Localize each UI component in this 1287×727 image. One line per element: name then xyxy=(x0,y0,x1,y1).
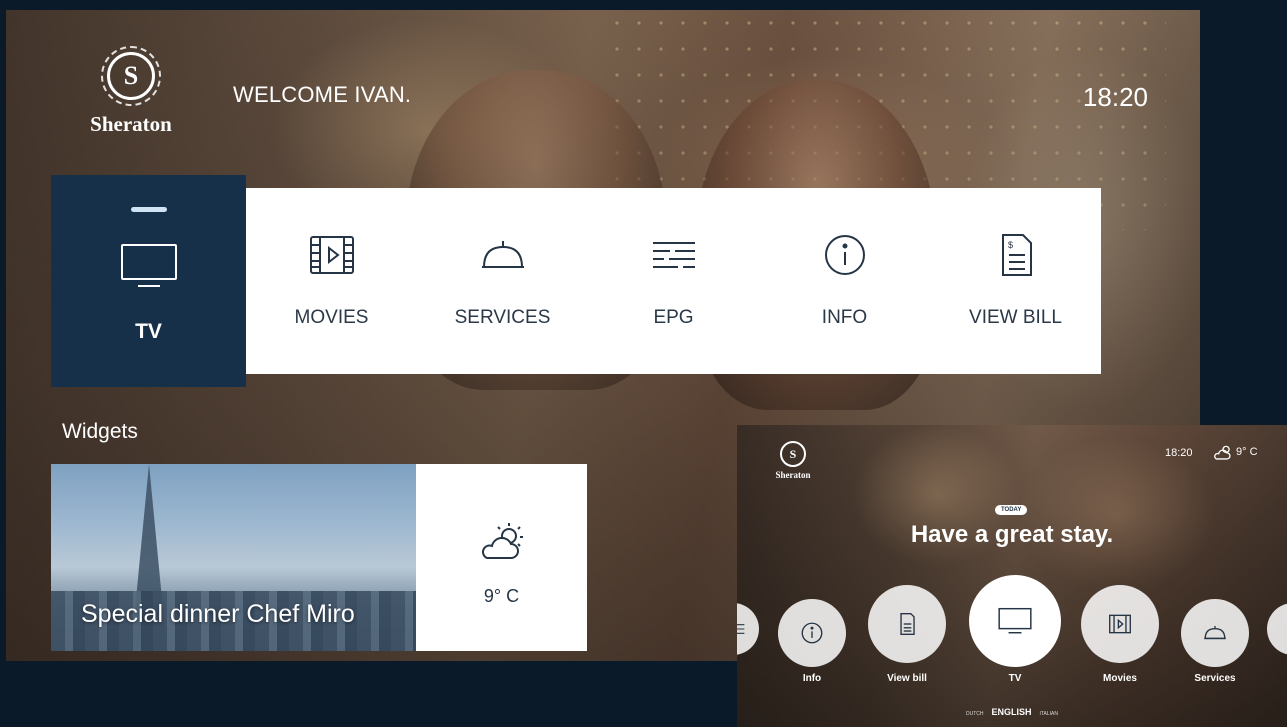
widget-weather[interactable]: 9° C xyxy=(416,464,587,651)
sheraton-emblem-icon: S xyxy=(101,46,161,106)
welcome-message: WELCOME IVAN. xyxy=(233,82,412,107)
inset-weather: 9° C xyxy=(1213,443,1258,461)
menu-label-view-bill: VIEW BILL xyxy=(969,307,1062,328)
menu-label-epg: EPG xyxy=(653,307,694,328)
program-guide-icon xyxy=(652,242,695,268)
carousel-item-epg-partial[interactable] xyxy=(737,603,759,655)
menu-item-info[interactable]: INFO xyxy=(759,188,930,374)
carousel-item-movies[interactable] xyxy=(1081,585,1159,663)
menu-label-info: INFO xyxy=(821,307,868,328)
carousel-label-tv: TV xyxy=(1008,673,1022,684)
inset-bill-icon xyxy=(900,613,915,635)
inset-weather-temp: 9° C xyxy=(1236,446,1258,458)
selection-indicator xyxy=(130,207,167,212)
menu-item-epg[interactable]: EPG xyxy=(588,188,759,374)
menu-label-tv: TV xyxy=(135,320,162,343)
carousel-label-movies: Movies xyxy=(1103,673,1137,684)
brand-wordmark: Sheraton xyxy=(90,112,172,136)
film-icon xyxy=(309,236,354,274)
carousel-label-info: Info xyxy=(802,673,822,684)
emblem-letter: S xyxy=(123,61,139,90)
dinner-caption: Special dinner Chef Miro xyxy=(81,600,355,628)
carousel-item-view-bill[interactable] xyxy=(868,585,946,663)
inset-info-icon xyxy=(801,622,823,644)
widget-special-dinner[interactable]: Special dinner Chef Miro xyxy=(51,464,416,651)
menu-item-view-bill[interactable]: $ VIEW BILL xyxy=(930,188,1101,374)
carousel-item-tv-selected[interactable] xyxy=(969,575,1061,667)
carousel-item-info[interactable] xyxy=(778,599,846,667)
carousel-label-services: Services xyxy=(1194,673,1236,684)
inset-tv-icon xyxy=(998,607,1032,634)
inset-clock: 18:20 xyxy=(1165,447,1193,459)
carousel-item-services[interactable] xyxy=(1181,599,1249,667)
inset-cloche-icon xyxy=(1204,625,1226,640)
weather-temperature: 9° C xyxy=(483,586,520,606)
sheraton-logo: S Sheraton xyxy=(66,46,196,137)
inset-program-guide-icon xyxy=(737,624,745,634)
menu-item-services[interactable]: SERVICES xyxy=(417,188,588,374)
menu-label-services: SERVICES xyxy=(454,307,551,328)
bill-icon: $ xyxy=(1001,234,1032,276)
language-option-dutch[interactable]: DUTCH xyxy=(966,711,984,717)
svg-text:$: $ xyxy=(1008,240,1013,250)
menu-item-movies[interactable]: MOVIES xyxy=(246,188,417,374)
language-option-english[interactable]: ENGLISH xyxy=(991,707,1031,717)
partly-cloudy-icon xyxy=(481,523,523,559)
main-menu: MOVIES SERVICES EPG INFO $ VIEW BILL xyxy=(246,188,1101,374)
carousel-item-next-partial[interactable] xyxy=(1267,603,1287,655)
widgets-heading: Widgets xyxy=(62,420,138,443)
language-selector: DUTCH ENGLISH ITALIAN xyxy=(737,707,1287,717)
cloche-icon xyxy=(481,241,524,268)
language-option-italian[interactable]: ITALIAN xyxy=(1039,711,1058,717)
menu-item-tv-selected[interactable]: TV xyxy=(51,175,246,387)
tv-icon xyxy=(120,244,177,287)
inset-partly-cloudy-icon xyxy=(1214,445,1231,460)
inset-film-icon xyxy=(1109,614,1131,634)
inset-screen: S Sheraton 18:20 9° C TODAY Have a great… xyxy=(737,425,1287,727)
inset-brand-wordmark: Sheraton xyxy=(775,470,811,480)
inset-emblem-icon: S xyxy=(780,441,806,467)
info-icon xyxy=(824,235,865,275)
inset-sheraton-logo: S Sheraton xyxy=(765,441,821,480)
carousel-label-view-bill: View bill xyxy=(887,673,927,684)
menu-label-movies: MOVIES xyxy=(294,307,369,328)
inset-headline: Have a great stay. xyxy=(910,521,1114,548)
today-badge: TODAY xyxy=(995,505,1028,515)
clock: 18:20 xyxy=(1082,82,1148,112)
